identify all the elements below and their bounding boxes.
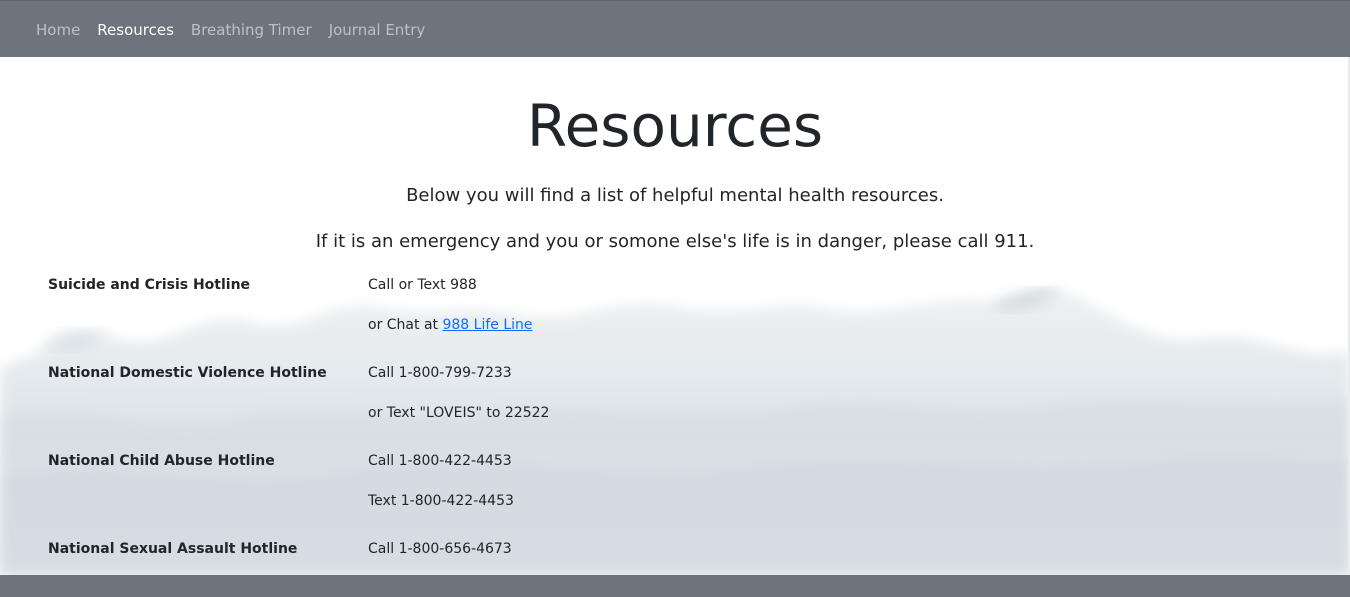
resource-contact-line: Call or Text 988 (368, 277, 477, 293)
emergency-notice: If it is an emergency and you or somone … (315, 231, 1035, 252)
main-content: Resources Below you will find a list of … (0, 57, 1350, 575)
resource-contact-line: or Text "LOVEIS" to 22522 (368, 405, 550, 421)
resource-name: Suicide and Crisis Hotline (48, 277, 251, 293)
988-life-line-link[interactable]: 988 Life Line (442, 317, 532, 333)
resource-contact-line: Call 1-800-422-4453 (368, 453, 512, 469)
resource-name: National Domestic Violence Hotline (48, 365, 327, 381)
intro-text: Below you will find a list of helpful me… (406, 185, 944, 206)
resource-name: National Sexual Assault Hotline (48, 541, 298, 557)
nav-breathing-timer-link[interactable]: Breathing Timer (191, 21, 312, 39)
resource-name: National Child Abuse Hotline (48, 453, 275, 469)
page-footer (0, 575, 1350, 597)
resource-contact-line: or Chat at 988 Life Line (368, 315, 533, 335)
page-title: Resources (526, 92, 824, 160)
nav-list: Home Resources Breathing Timer Journal E… (0, 1, 1350, 57)
top-navbar: Home Resources Breathing Timer Journal E… (0, 0, 1350, 57)
resource-contact-line: Call 1-800-656-4673 (368, 541, 512, 557)
nav-resources-link[interactable]: Resources (97, 21, 174, 39)
resource-contact-line: Text 1-800-422-4453 (368, 493, 514, 509)
resource-contact-line: Call 1-800-799-7233 (368, 365, 512, 381)
nav-journal-entry-link[interactable]: Journal Entry (329, 21, 426, 39)
chat-prefix-text: or Chat at (368, 317, 443, 333)
nav-home-link[interactable]: Home (36, 21, 80, 39)
